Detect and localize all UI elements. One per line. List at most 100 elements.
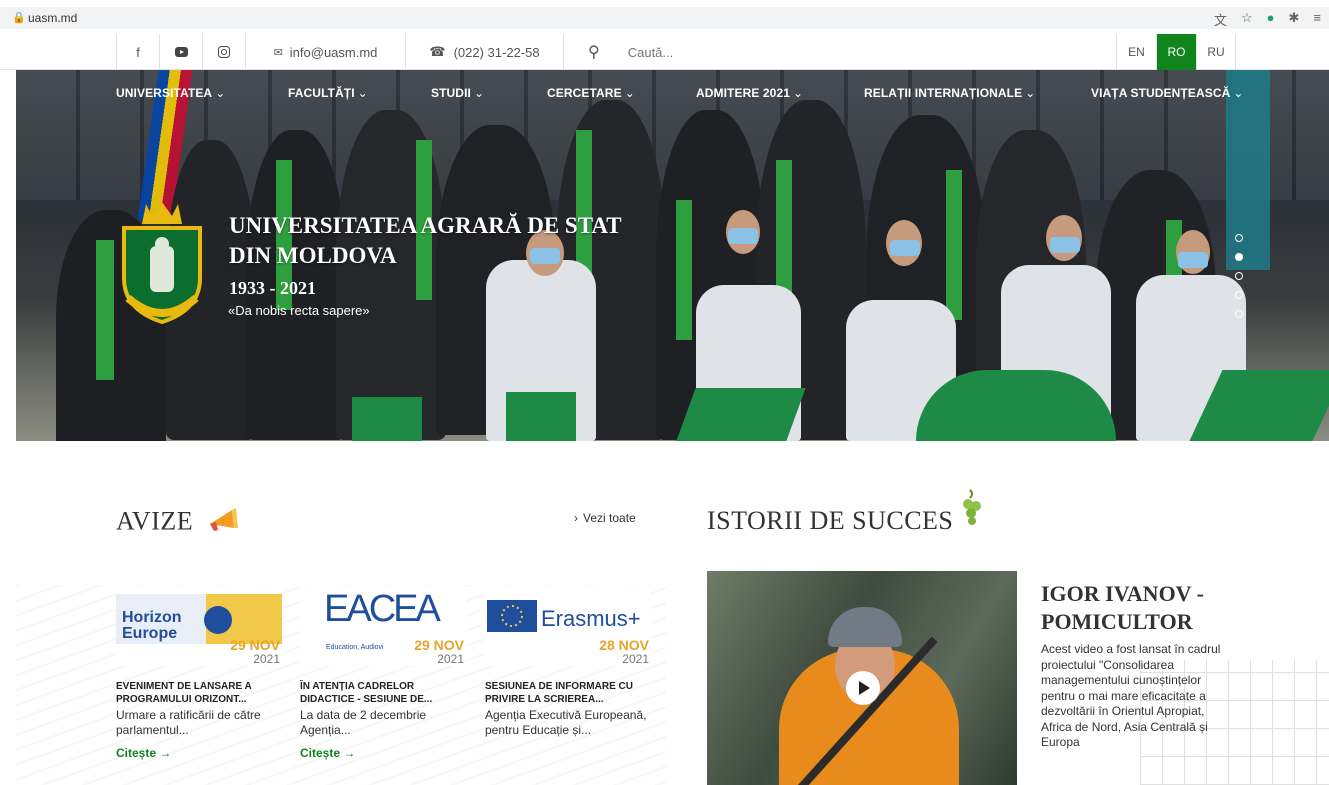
instagram-icon[interactable] bbox=[202, 34, 245, 70]
search-area: ⚲ bbox=[563, 34, 1116, 70]
chevron-down-icon: ⌄ bbox=[473, 86, 485, 100]
play-icon[interactable] bbox=[846, 671, 880, 705]
chevron-down-icon: ⌄ bbox=[215, 86, 226, 100]
card-title[interactable]: ÎN ATENȚIA CADRELOR DIDACTICE - SESIUNE … bbox=[300, 680, 468, 706]
lang-en[interactable]: EN bbox=[1116, 34, 1156, 70]
notice-card[interactable]: Horizon Europe 29 NOV 2021 EVENIMENT DE … bbox=[116, 586, 284, 760]
istorii-heading: ISTORII DE SUCCES bbox=[707, 489, 982, 536]
card-excerpt: Urmare a ratificării de către parlamentu… bbox=[116, 708, 261, 737]
card-date-year: 2021 bbox=[437, 652, 464, 666]
notice-card[interactable]: Erasmus+ 28 NOV 2021 SESIUNEA DE INFORMA… bbox=[485, 586, 653, 738]
nav-label: RELAȚII INTERNAȚIONALE bbox=[864, 86, 1023, 100]
envelope-icon: ✉ bbox=[273, 46, 283, 59]
phone-icon: ☎ bbox=[429, 44, 446, 59]
avize-title: AVIZE bbox=[116, 506, 194, 536]
translate-icon[interactable]: 文 bbox=[1214, 10, 1227, 29]
hero-title: UNIVERSITATEA AGRARĂ DE STAT DIN MOLDOVA bbox=[229, 211, 622, 271]
eu-flag-icon bbox=[487, 600, 537, 632]
email-text: info@uasm.md bbox=[289, 44, 378, 60]
chevron-right-icon: › bbox=[574, 511, 578, 525]
nav-label: VIAȚA STUDENȚEASCĂ bbox=[1091, 86, 1231, 100]
istorii-title: ISTORII DE SUCCES bbox=[707, 506, 954, 535]
see-all-link[interactable]: › Vezi toate bbox=[574, 511, 636, 525]
card-date-year: 2021 bbox=[622, 652, 649, 666]
card-title[interactable]: EVENIMENT DE LANSARE A PROGRAMULUI ORIZO… bbox=[116, 680, 284, 706]
megaphone-icon bbox=[206, 506, 240, 541]
read-more-link[interactable]: Citește → bbox=[116, 746, 284, 760]
nav-label: UNIVERSITATEA bbox=[116, 86, 213, 100]
notice-card[interactable]: EACEA Education, Audiovi 29 NOV 2021 ÎN … bbox=[300, 586, 468, 760]
grapes-icon bbox=[960, 488, 982, 535]
card-image-erasmus: Erasmus+ 28 NOV 2021 bbox=[485, 586, 651, 666]
university-crest-logo bbox=[118, 198, 206, 328]
card-image-text: Horizon Europe bbox=[122, 609, 182, 642]
card-image-text: EACEA bbox=[324, 588, 441, 630]
menu-icon[interactable]: ≡ bbox=[1313, 10, 1321, 29]
lang-ru[interactable]: RU bbox=[1196, 34, 1236, 70]
card-date-day: 29 NOV bbox=[414, 637, 464, 653]
read-more-link[interactable]: Citește → bbox=[300, 746, 468, 760]
puzzle-icon[interactable]: ✱ bbox=[1289, 10, 1300, 29]
nav-label: FACULTĂȚI bbox=[288, 86, 355, 100]
grammarly-icon[interactable]: ● bbox=[1267, 10, 1275, 29]
slider-dot[interactable] bbox=[1235, 291, 1243, 299]
card-date-day: 29 NOV bbox=[230, 637, 280, 653]
lang-ro[interactable]: RO bbox=[1156, 34, 1196, 70]
phone-link[interactable]: ☎ (022) 31-22-58 bbox=[405, 34, 563, 70]
nav-admitere[interactable]: ADMITERE 2021 ⌄ bbox=[696, 86, 803, 100]
card-date: 29 NOV 2021 bbox=[230, 638, 280, 666]
nav-label: STUDII bbox=[431, 86, 471, 100]
card-date: 28 NOV 2021 bbox=[599, 638, 649, 666]
hero-slider: UNIVERSITATEA ⌄ FACULTĂȚI ⌄ STUDII ⌄ CERCET… bbox=[16, 70, 1329, 441]
chevron-down-icon: ⌄ bbox=[624, 86, 635, 100]
avize-heading: AVIZE bbox=[116, 506, 240, 541]
nav-label: ADMITERE 2021 bbox=[696, 86, 790, 100]
see-all-label: Vezi toate bbox=[583, 511, 636, 525]
slider-dot[interactable] bbox=[1235, 310, 1243, 318]
nav-viata-studenteasca[interactable]: VIAȚA STUDENȚEASCĂ ⌄ bbox=[1091, 86, 1244, 100]
browser-bar: 🔒 uasm.md 文 ☆ ● ✱ ≡ bbox=[0, 0, 1329, 34]
nav-cercetare[interactable]: CERCETARE ⌄ bbox=[547, 86, 635, 100]
hero-years: 1933 - 2021 bbox=[229, 278, 316, 298]
chevron-down-icon: ⌄ bbox=[1233, 86, 1244, 100]
chevron-down-icon: ⌄ bbox=[357, 86, 368, 100]
slider-dots bbox=[1235, 234, 1245, 329]
youtube-icon[interactable] bbox=[159, 34, 202, 70]
address-bar[interactable]: 🔒 uasm.md 文 ☆ ● ✱ ≡ bbox=[0, 7, 1329, 29]
chevron-down-icon: ⌄ bbox=[1025, 86, 1036, 100]
hero-title-line2: DIN MOLDOVA bbox=[229, 243, 397, 268]
card-image-text: Erasmus+ bbox=[541, 606, 641, 631]
nav-label: CERCETARE bbox=[547, 86, 622, 100]
url-text[interactable]: uasm.md bbox=[28, 11, 77, 25]
story-title[interactable]: IGOR IVANOV - POMICULTOR bbox=[1041, 580, 1241, 636]
card-excerpt: Agenția Executivă Europeană, pentru Educ… bbox=[485, 708, 647, 737]
card-image-horizon: Horizon Europe 29 NOV 2021 bbox=[116, 586, 282, 666]
nav-studii[interactable]: STUDII ⌄ bbox=[431, 86, 484, 100]
chevron-down-icon: ⌄ bbox=[793, 86, 804, 100]
browser-extensions: 文 ☆ ● ✱ ≡ bbox=[1214, 10, 1321, 29]
email-link[interactable]: ✉ info@uasm.md bbox=[245, 34, 405, 70]
bookmark-star-icon[interactable]: ☆ bbox=[1241, 10, 1253, 29]
slider-dot[interactable] bbox=[1235, 234, 1243, 242]
topbar: f ✉ info@uasm.md ☎ (022) 31-22-58 ⚲ EN R… bbox=[0, 34, 1329, 70]
card-title[interactable]: SESIUNEA DE INFORMARE CU PRIVIRE LA SCRI… bbox=[485, 680, 653, 706]
card-image-eacea: EACEA Education, Audiovi 29 NOV 2021 bbox=[300, 586, 466, 666]
nav-relatii-internationale[interactable]: RELAȚII INTERNAȚIONALE ⌄ bbox=[864, 86, 1035, 100]
phone-text: (022) 31-22-58 bbox=[453, 44, 540, 60]
card-date-day: 28 NOV bbox=[599, 637, 649, 653]
slider-dot-active[interactable] bbox=[1235, 253, 1243, 261]
card-excerpt: La data de 2 decembrie Agenția... bbox=[300, 708, 427, 737]
story-text: Acest video a fost lansat în cadrul proi… bbox=[1041, 642, 1221, 749]
slider-dot[interactable] bbox=[1235, 272, 1243, 280]
card-date-year: 2021 bbox=[253, 652, 280, 666]
hero-motto: «Da nobis recta sapere» bbox=[228, 303, 370, 318]
card-date: 29 NOV 2021 bbox=[414, 638, 464, 666]
hero-title-line1: UNIVERSITATEA AGRARĂ DE STAT bbox=[229, 213, 622, 238]
nav-facultati[interactable]: FACULTĂȚI ⌄ bbox=[288, 86, 368, 100]
search-input[interactable] bbox=[627, 44, 928, 60]
search-icon[interactable]: ⚲ bbox=[588, 42, 600, 62]
nav-universitatea[interactable]: UNIVERSITATEA ⌄ bbox=[116, 86, 225, 100]
facebook-icon[interactable]: f bbox=[116, 34, 159, 70]
card-image-subtext: Education, Audiovi bbox=[326, 644, 384, 651]
main-nav: UNIVERSITATEA ⌄ FACULTĂȚI ⌄ STUDII ⌄ CERCET… bbox=[16, 70, 1329, 114]
